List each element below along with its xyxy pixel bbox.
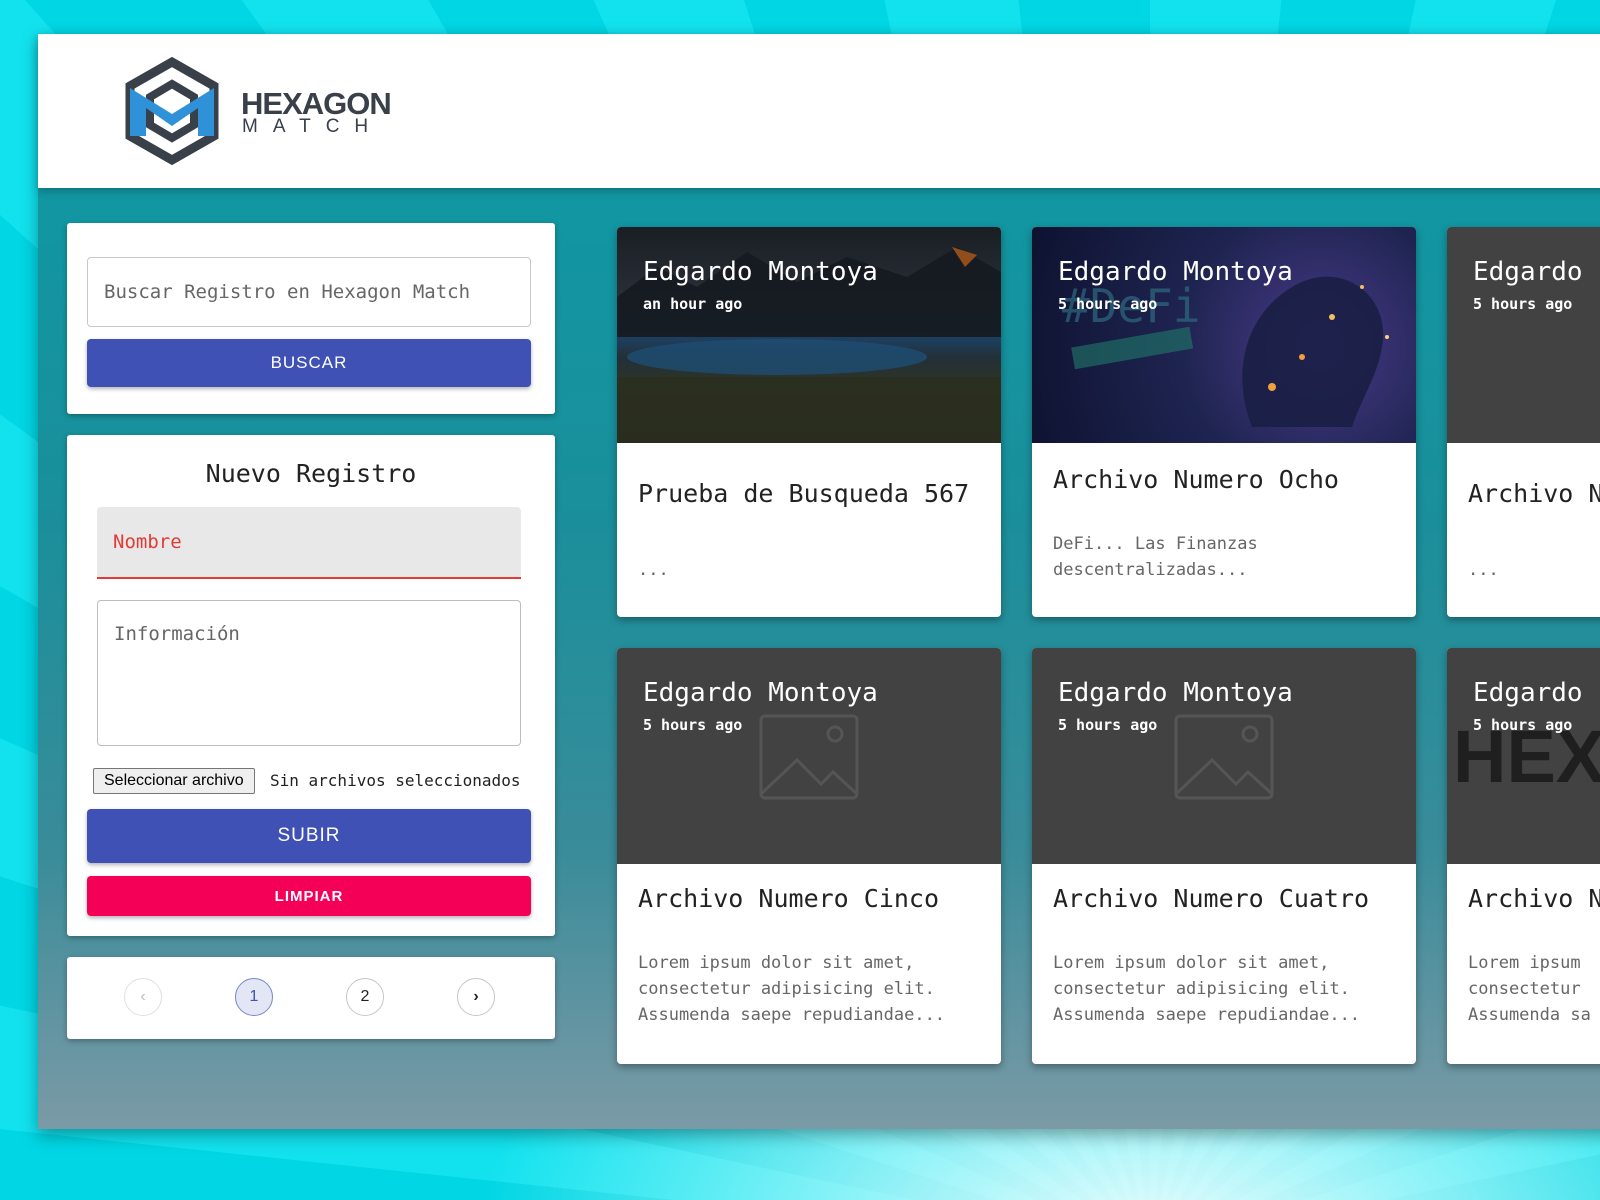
logo-subtitle: MATCH [242,116,384,137]
post-title: Archivo N [1468,884,1600,913]
page-button-2[interactable]: 2 [346,978,384,1016]
post-card[interactable]: Edgardo Montoya 5 hours ago Archivo Nume… [1032,648,1416,1064]
post-title: Prueba de Busqueda 567 [638,479,970,508]
post-media: Edgardo Montoya 5 hours ago [617,648,1001,864]
post-media: Edgardo Montoya 5 hours ago [1032,648,1416,864]
post-author: Edgardo Montoya [1058,257,1293,287]
page: HEXAGON MATCH BUSCAR Nuevo Registro Nomb… [0,0,1600,1200]
hexagon-logo-icon[interactable] [124,56,220,166]
chevron-right-icon: › [473,988,479,1005]
post-time: 5 hours ago [643,716,743,734]
post-media-landscape-photo: Edgardo Montoya an hour ago [617,227,1001,443]
name-field-label: Nombre [113,531,182,553]
post-excerpt: ... [638,560,669,580]
search-card: BUSCAR [67,223,555,414]
post-title: Archivo Numero Cinco [638,884,940,913]
post-author: Edgardo Montoya [643,678,878,708]
post-time: an hour ago [643,295,743,313]
post-excerpt: ... [1468,560,1499,580]
upload-button[interactable]: SUBIR [87,809,531,863]
image-placeholder-icon [759,714,859,800]
form-title: Nuevo Registro [205,459,417,488]
name-field[interactable]: Nombre [97,507,521,579]
post-excerpt: Lorem ipsum dolor sit amet, consectetur … [638,953,946,1025]
file-select-button[interactable]: Seleccionar archivo [93,768,255,794]
post-title: Archivo Numero Ocho [1053,465,1339,494]
post-author: Edgardo Montoya [643,257,878,287]
app-header: HEXAGON MATCH [38,34,1600,188]
file-status-text: Sin archivos seleccionados [270,771,521,790]
search-input[interactable] [87,257,531,327]
post-time: 5 hours ago [1473,295,1573,313]
post-media-dark: Edgardo 5 hours ago [1447,227,1600,443]
post-title: Archivo Numero Cuatro [1053,884,1370,913]
post-card[interactable]: Edgardo Montoya an hour ago Prueba de Bu… [617,227,1001,617]
pagination-card: ‹ 1 2 › [67,957,555,1039]
post-card[interactable]: HEX Edgardo 5 hours ago Archivo N Lorem … [1447,648,1600,1064]
post-author: Edgardo Montoya [1058,678,1293,708]
prev-page-button[interactable]: ‹ [124,978,162,1016]
post-card[interactable]: Edgardo Montoya 5 hours ago Archivo Nume… [617,648,1001,1064]
post-excerpt: Lorem ipsum consectetur Assumenda sa [1468,953,1591,1025]
page-button-1[interactable]: 1 [235,978,273,1016]
post-card[interactable]: #DeFi Edgardo Montoya 5 hours ago Archiv… [1032,227,1416,617]
next-page-button[interactable]: › [457,978,495,1016]
post-author: Edgardo [1473,678,1583,708]
post-author: Edgardo [1473,257,1583,287]
post-time: 5 hours ago [1473,716,1573,734]
new-record-card: Nuevo Registro Nombre Seleccionar archiv… [67,435,555,936]
image-placeholder-icon [1174,714,1274,800]
search-button[interactable]: BUSCAR [87,339,531,387]
post-card[interactable]: Edgardo 5 hours ago Archivo N ... [1447,227,1600,617]
post-title: Archivo N [1468,479,1600,508]
post-excerpt: DeFi... Las Finanzas descentralizadas... [1053,534,1258,580]
chevron-left-icon: ‹ [140,988,146,1005]
clear-button[interactable]: LIMPIAR [87,876,531,916]
post-media-defi-photo: #DeFi Edgardo Montoya 5 hours ago [1032,227,1416,443]
post-time: 5 hours ago [1058,295,1158,313]
info-textarea[interactable] [97,600,521,746]
post-time: 5 hours ago [1058,716,1158,734]
post-excerpt: Lorem ipsum dolor sit amet, consectetur … [1053,953,1361,1025]
post-media-hexagon-logo: HEX Edgardo 5 hours ago [1447,648,1600,864]
